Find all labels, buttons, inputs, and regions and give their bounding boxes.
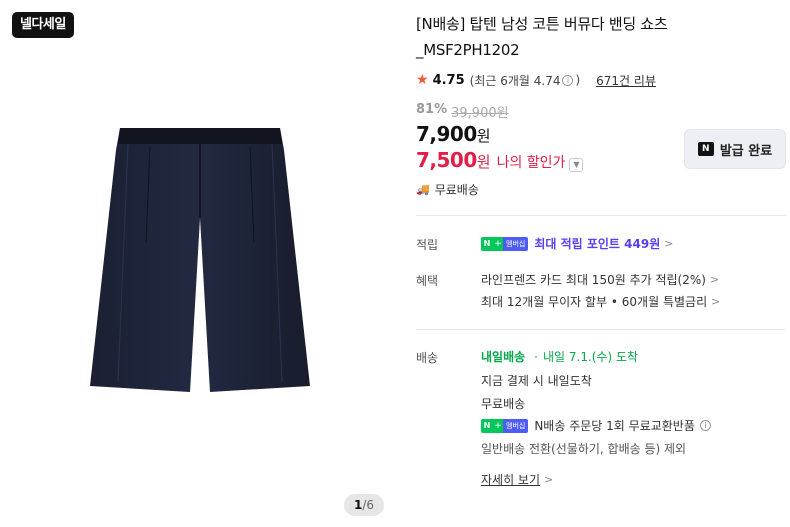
coupon-issued-button[interactable]: N 발급 완료: [684, 129, 786, 169]
my-price-label: 나의 할인가: [496, 155, 566, 171]
original-price: 39,900원: [451, 106, 509, 121]
delivery-eta: 내일 7.1.(수) 도착: [543, 350, 639, 364]
divider: [416, 215, 786, 216]
chevron-right-icon: >: [711, 295, 721, 308]
free-return-line: N + 멤버십 N배송 주문당 1회 무료교환반품 i: [481, 417, 713, 434]
delivery-detail: 지금 결제 시 내일도착: [481, 374, 592, 388]
chevron-right-icon: >: [709, 273, 720, 286]
tomorrow-delivery-logo: 내일배송: [481, 350, 526, 364]
rating-score: 4.75: [432, 72, 465, 88]
shipping-fee: 무료배송: [434, 183, 479, 197]
sale-badge: 넬다세일: [12, 12, 74, 38]
badge-n: N: [481, 418, 493, 433]
badge-membership: 멤버십: [503, 236, 529, 251]
chevron-right-icon: >: [544, 473, 554, 486]
free-return-text: N배송 주문당 1회 무료교환반품: [534, 419, 695, 433]
badge-n: N: [481, 236, 493, 251]
pager-total: 6: [366, 498, 375, 512]
max-reward-points: 최대 적립 포인트 449원: [534, 237, 661, 251]
benefit-label: 혜택: [416, 274, 439, 288]
badge-plus: +: [493, 418, 503, 433]
shipping-fee-row: 🚚 무료배송: [416, 181, 479, 198]
product-image-shorts[interactable]: [88, 122, 312, 394]
installment-text: 최대 12개월 무이자 할부 • 60개월 특별금리: [481, 295, 708, 309]
my-discount-price[interactable]: 7,500 원 나의 할인가 ▼: [416, 148, 584, 172]
chevron-right-icon: >: [664, 237, 674, 250]
sale-price-value: 7,900: [416, 122, 477, 146]
sale-price: 7,900원: [416, 122, 491, 146]
reward-line[interactable]: N + 멤버십 최대 적립 포인트 449원 >: [481, 235, 673, 252]
recent-rating-close: ): [575, 73, 581, 87]
review-count-link[interactable]: 671건 리뷰: [596, 72, 656, 89]
info-icon[interactable]: i: [699, 420, 711, 431]
sale-price-unit: 원: [476, 127, 491, 145]
naver-plus-membership-icon: N + 멤버십: [481, 418, 529, 433]
delivery-exclusion: 일반배송 전환(선물하기, 합배송 등) 제외: [481, 442, 687, 456]
delivery-label: 배송: [416, 351, 439, 365]
naver-plus-membership-icon: N + 멤버십: [481, 236, 529, 251]
card-benefit-text: 라인프렌즈 카드 최대 150원 추가 적립(2%): [481, 273, 706, 287]
see-details-text: 자세히 보기: [481, 473, 541, 487]
reward-label: 적립: [416, 238, 439, 252]
info-icon[interactable]: i: [562, 74, 574, 86]
discount-rate: 81%: [416, 102, 448, 117]
divider: [416, 329, 786, 330]
image-pager[interactable]: 1/6: [344, 494, 384, 516]
my-price-unit: 원: [476, 153, 491, 171]
truck-icon: 🚚: [416, 183, 430, 196]
badge-membership: 멤버십: [503, 418, 529, 433]
see-details-link[interactable]: 자세히 보기 >: [481, 471, 553, 488]
star-icon: ★: [416, 72, 429, 88]
product-title: [N배송] 탑텐 남성 코튼 버뮤다 밴딩 쇼츠 _MSF2PH1202: [416, 15, 668, 59]
discount-row: 81% 39,900원: [416, 102, 509, 121]
recent-rating: (최근 6개월 4.74: [469, 73, 561, 88]
installment-line[interactable]: 최대 12개월 무이자 할부 • 60개월 특별금리 >: [481, 293, 720, 310]
rating-row: ★ 4.75 (최근 6개월 4.74 i ) 671건 리뷰: [416, 71, 656, 89]
tomorrow-delivery-line: 내일배송 · 내일 7.1.(수) 도착: [481, 348, 638, 365]
delivery-fee: 무료배송: [481, 397, 526, 411]
my-price-value: 7,500: [416, 148, 477, 172]
badge-plus: +: [493, 236, 503, 251]
naver-n-icon: N: [697, 142, 714, 156]
card-benefit-line[interactable]: 라인프렌즈 카드 최대 150원 추가 적립(2%) >: [481, 271, 719, 288]
separator-dot: ·: [534, 349, 538, 364]
coupon-button-label: 발급 완료: [719, 143, 773, 159]
chevron-down-icon[interactable]: ▼: [569, 158, 584, 172]
